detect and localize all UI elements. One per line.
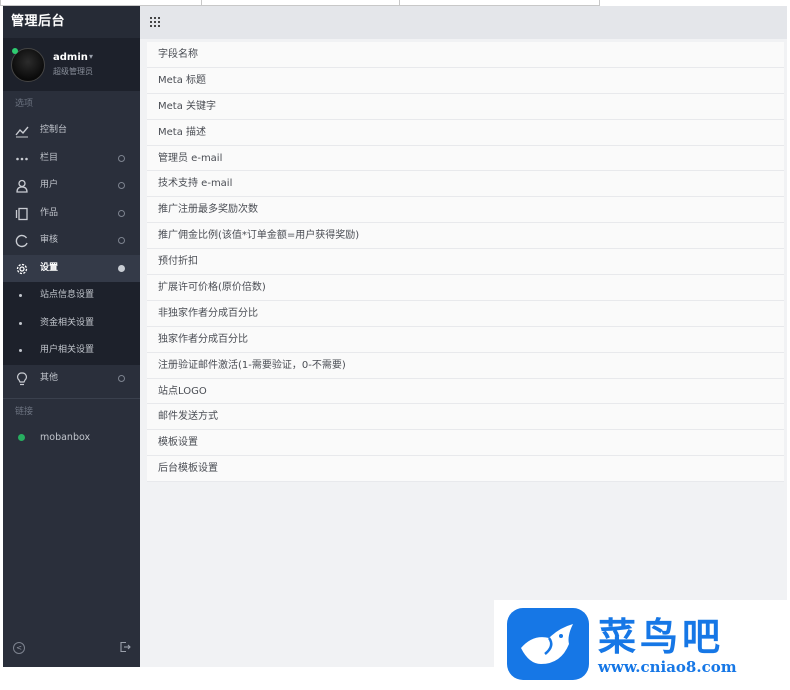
settings-row[interactable]: 站点LOGO [147,378,784,405]
user-panel[interactable]: admin ▾ 超级管理员 [3,38,140,91]
settings-row[interactable]: 邮件发送方式 [147,404,784,431]
settings-row-label: 独家作者分成百分比 [158,333,248,345]
sidebar-item-label: 其他 [40,372,59,383]
status-dot-icon [18,434,25,441]
settings-row[interactable]: Meta 关键字 [147,93,784,120]
gear-icon [15,262,29,276]
sidebar-link-label: mobanbox [40,432,91,443]
settings-row[interactable]: Meta 标题 [147,67,784,94]
expand-indicator [118,182,125,189]
settings-row[interactable]: 非独家作者分成百分比 [147,300,784,327]
settings-row[interactable]: 管理员 e-mail [147,145,784,172]
user-icon [15,179,29,193]
sidebar-link-mobanbox[interactable]: mobanbox [3,425,140,451]
submenu-item-label: 站点信息设置 [40,290,95,300]
chevron-down-icon[interactable]: ▾ [89,52,93,61]
settings-row[interactable]: 模板设置 [147,430,784,457]
settings-row-label: 预付折扣 [158,256,198,268]
settings-row[interactable]: 字段名称 [147,42,784,68]
settings-row[interactable]: 扩展许可价格(原价倍数) [147,275,784,301]
grid-menu-icon[interactable] [150,17,160,27]
submenu-item-label: 用户相关设置 [40,345,95,355]
submenu-item-funds[interactable]: 资金相关设置 [3,310,140,338]
settings-row-label: 邮件发送方式 [158,411,218,423]
settings-row[interactable]: 注册验证邮件激活(1-需要验证，0-不需要) [147,352,784,379]
settings-row[interactable]: 推广佣金比例(该值*订单金额=用户获得奖励) [147,223,784,250]
user-role: 超级管理员 [53,67,93,76]
settings-row[interactable]: 预付折扣 [147,249,784,276]
online-status-dot [12,48,18,54]
settings-row-label: 技术支持 e-mail [158,178,233,190]
settings-row[interactable]: 技术支持 e-mail [147,171,784,198]
active-indicator [118,264,125,272]
settings-row-label: 扩展许可价格(原价倍数) [158,282,266,294]
bullet-icon [19,349,22,352]
settings-row[interactable]: 独家作者分成百分比 [147,326,784,353]
dots-icon [15,152,29,166]
settings-row-label: Meta 描述 [158,126,207,138]
settings-row-label: 模板设置 [158,437,198,449]
sidebar: 管理后台 admin ▾ 超级管理员 选项 控制台 栏目 用户 作品 审核 设置… [3,6,140,667]
collapse-sidebar-icon[interactable]: < [13,642,25,654]
sidebar-item-settings[interactable]: 设置 [3,254,140,282]
settings-row[interactable]: Meta 描述 [147,119,784,146]
settings-row-label: 注册验证邮件激活(1-需要验证，0-不需要) [158,359,346,371]
watermark-url: www.cniao8.com [598,658,737,676]
settings-submenu: 站点信息设置 资金相关设置 用户相关设置 [3,282,140,365]
settings-row[interactable]: 推广注册最多奖励次数 [147,197,784,224]
watermark-title: 菜鸟吧 [598,614,725,659]
app-title: 管理后台 [3,6,140,38]
settings-row-label: Meta 标题 [158,74,207,86]
settings-row[interactable]: 后台模板设置 [147,456,784,483]
sidebar-item-label: 审核 [40,235,59,245]
expand-indicator [118,154,125,162]
section-label-options: 选项 [15,99,34,109]
settings-row-label: Meta 关键字 [158,100,217,112]
settings-row-label: 非独家作者分成百分比 [158,307,258,319]
sidebar-item-review[interactable]: 审核 [3,227,140,255]
sidebar-item-label: 设置 [40,262,59,273]
settings-row-label: 推广佣金比例(该值*订单金额=用户获得奖励) [158,230,360,242]
section-label-links: 链接 [15,407,34,417]
sidebar-item-works[interactable]: 作品 [3,200,140,228]
bullet-icon [19,294,22,297]
bullet-icon [19,321,22,325]
sidebar-item-dashboard[interactable]: 控制台 [3,117,140,145]
settings-row-label: 站点LOGO [158,385,207,397]
settings-row-label: 管理员 e-mail [158,152,223,164]
submenu-item-site-info[interactable]: 站点信息设置 [3,282,140,310]
expand-indicator [118,209,125,217]
chart-line-icon [15,124,29,138]
user-name[interactable]: admin [53,52,88,63]
lightbulb-icon [15,371,29,386]
sidebar-item-users[interactable]: 用户 [3,172,140,200]
sidebar-item-label: 栏目 [40,152,59,163]
bird-logo-icon [507,608,589,680]
logout-icon[interactable] [119,641,131,653]
sidebar-item-label: 作品 [40,207,59,218]
top-bar [140,6,787,39]
review-icon [15,234,29,248]
settings-row-label: 字段名称 [158,49,198,60]
sidebar-item-other[interactable]: 其他 [3,365,140,393]
sidebar-item-label: 控制台 [40,125,68,135]
settings-row-label: 后台模板设置 [158,463,218,475]
submenu-item-label: 资金相关设置 [40,317,95,328]
watermark: 菜鸟吧 www.cniao8.com [494,600,790,690]
expand-indicator [118,237,125,244]
sidebar-item-columns[interactable]: 栏目 [3,145,140,173]
settings-list: 字段名称 Meta 标题 Meta 关键字 Meta 描述管理员 e-mail 技术支持… [147,42,784,483]
submenu-item-user-settings[interactable]: 用户相关设置 [3,337,140,365]
works-icon [15,207,29,221]
expand-indicator [118,374,125,382]
settings-row-label: 推广注册最多奖励次数 [158,204,258,216]
sidebar-footer: < [3,631,140,667]
sidebar-item-label: 用户 [40,180,59,190]
